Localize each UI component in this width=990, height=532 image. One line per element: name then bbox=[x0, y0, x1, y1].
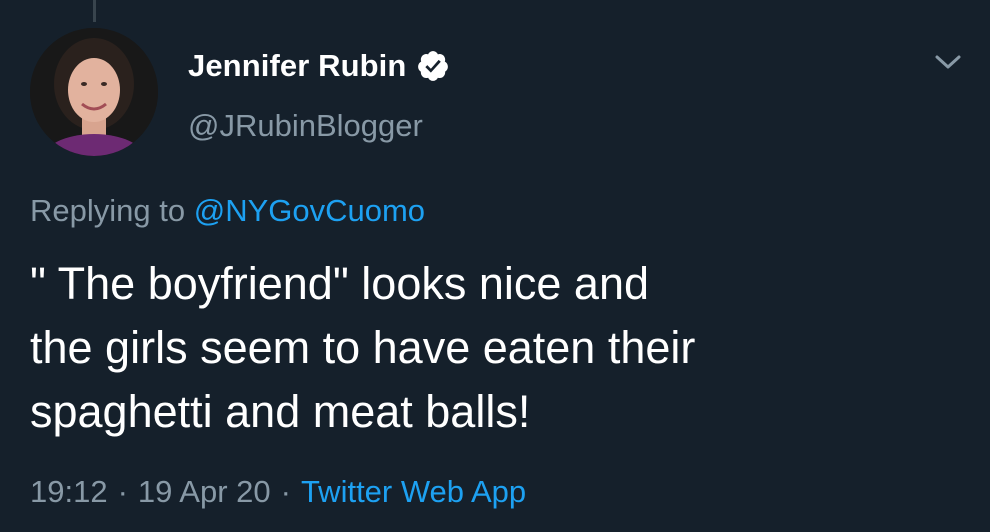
tweet-source-link[interactable]: Twitter Web App bbox=[301, 474, 526, 510]
tweet-date[interactable]: 19 Apr 20 bbox=[138, 474, 271, 510]
tweet-meta-row: 19:12 · 19 Apr 20 · Twitter Web App bbox=[30, 474, 526, 510]
thread-connector-line bbox=[93, 0, 96, 22]
verified-badge-icon bbox=[416, 49, 450, 83]
avatar[interactable] bbox=[30, 28, 158, 156]
replying-to-line: Replying to @NYGovCuomo bbox=[30, 193, 425, 229]
display-name[interactable]: Jennifer Rubin bbox=[188, 48, 406, 84]
tweet-text: " The boyfriend" looks nice and the girl… bbox=[30, 258, 696, 437]
avatar-image bbox=[30, 28, 158, 156]
tweet-time[interactable]: 19:12 bbox=[30, 474, 108, 510]
chevron-down-icon[interactable] bbox=[933, 50, 963, 74]
meta-separator: · bbox=[117, 474, 128, 509]
author-name-row: Jennifer Rubin bbox=[188, 44, 450, 88]
reply-mention-link[interactable]: @NYGovCuomo bbox=[194, 193, 425, 228]
replying-to-label: Replying to bbox=[30, 193, 186, 228]
meta-separator: · bbox=[280, 474, 291, 509]
author-handle[interactable]: @JRubinBlogger bbox=[188, 108, 423, 144]
